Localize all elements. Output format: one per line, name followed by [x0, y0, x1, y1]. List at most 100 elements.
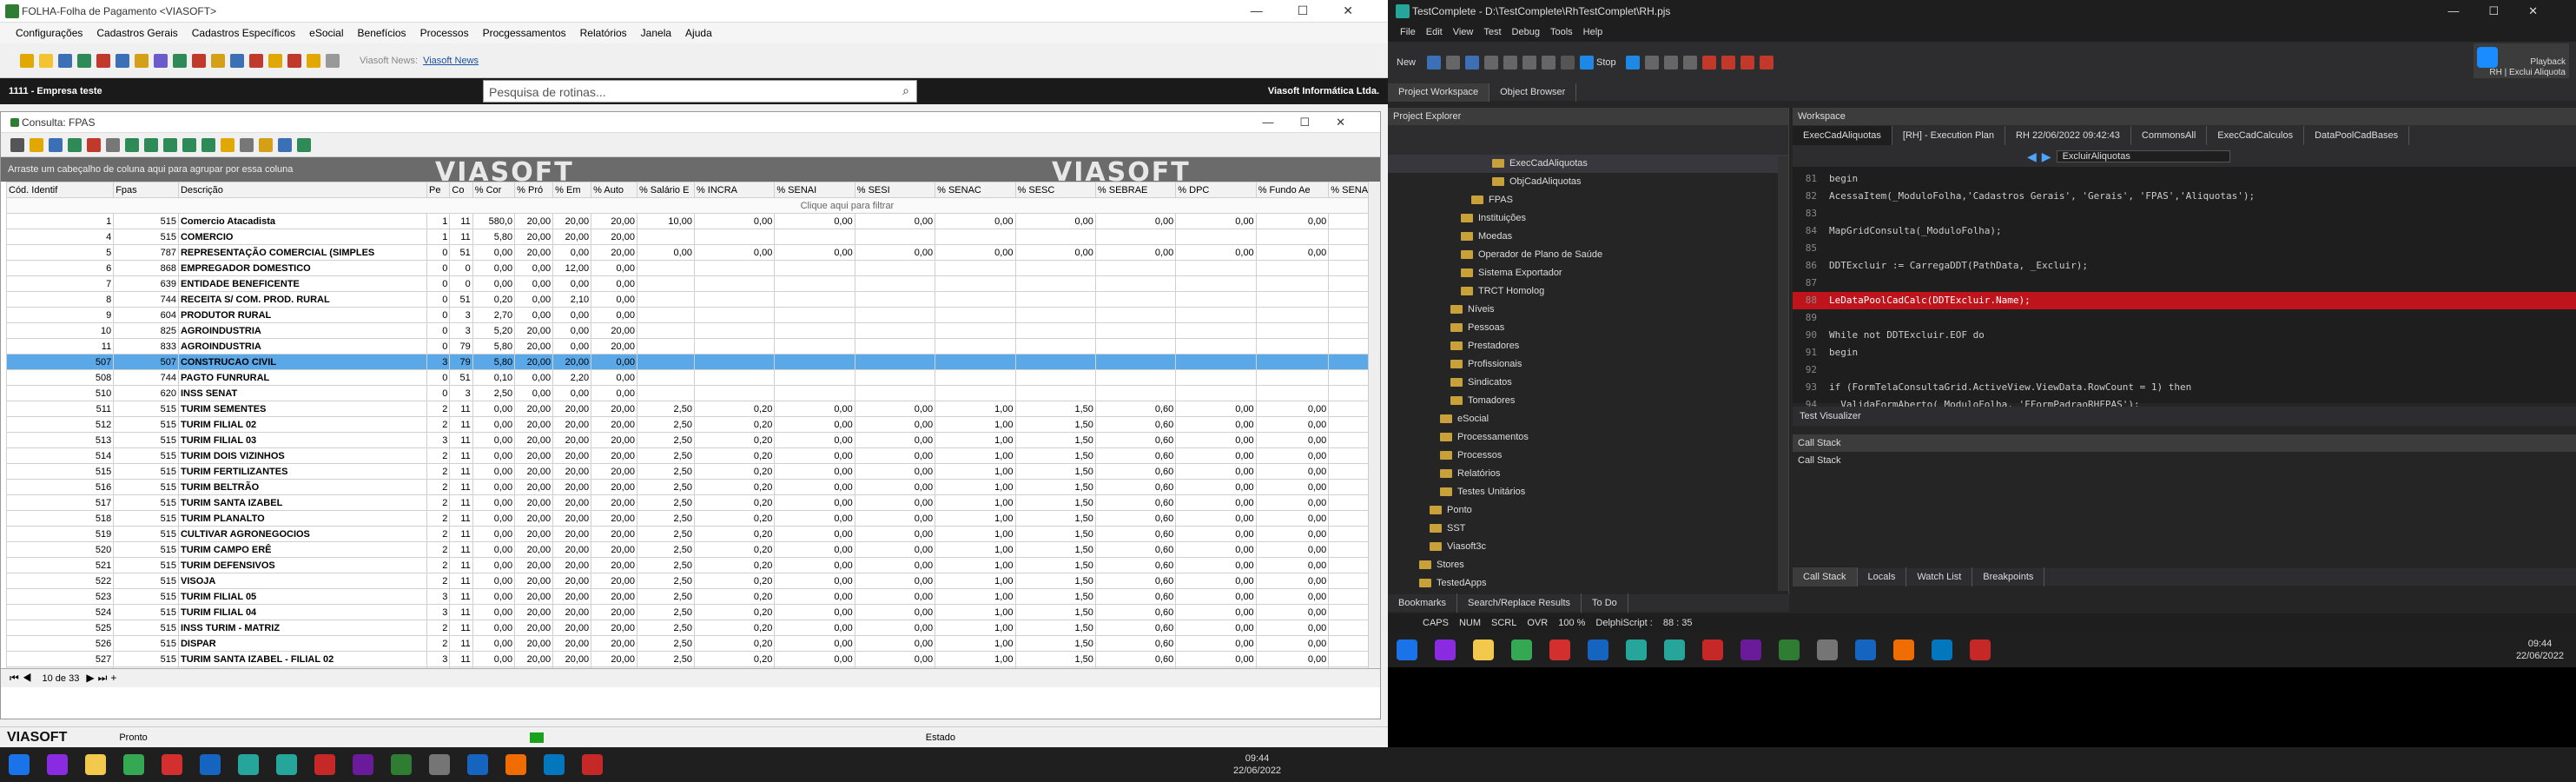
- code-line[interactable]: 85: [1793, 240, 2576, 257]
- tree-item[interactable]: Sindicatos: [1388, 374, 1788, 392]
- menu-item[interactable]: Cadastros Específicos: [192, 27, 295, 39]
- prev-icon[interactable]: [144, 137, 158, 152]
- first-icon[interactable]: [125, 137, 139, 152]
- table-row[interactable]: 4515COMERCIO1115,8020,0020,0020,001: [5, 229, 1380, 245]
- tree-item[interactable]: Testes Unitários: [1388, 483, 1788, 501]
- column-header[interactable]: % SENAI: [774, 182, 855, 198]
- toolbar-icon[interactable]: [1446, 56, 1461, 70]
- ide-menu-item[interactable]: File: [1400, 27, 1416, 37]
- code-line[interactable]: 87: [1793, 275, 2576, 292]
- table-row[interactable]: 508744PAGTO FUNRURAL0510,100,002,200,000: [5, 369, 1380, 386]
- tree-item[interactable]: Operador de Plano de Saúde: [1388, 246, 1788, 264]
- toolbar-icon[interactable]: [307, 53, 320, 68]
- table-row[interactable]: 6 868 EMPREGADOR DOMESTICO 0 0 0,00 0,00 12,00 0…: [5, 260, 1380, 276]
- code-line[interactable]: 92: [1793, 361, 2576, 379]
- folder-icon[interactable]: [85, 754, 106, 775]
- menu-item[interactable]: Janela: [641, 27, 671, 39]
- taskbar-app-icon[interactable]: [1626, 640, 1647, 660]
- taskbar-app-icon[interactable]: [1893, 640, 1914, 660]
- print-icon[interactable]: [106, 137, 120, 152]
- taskbar-app-icon[interactable]: [353, 754, 373, 775]
- table-row[interactable]: 526 515 DISPAR 2 11 0,00 20,00 20,00 20,00 2,50 0,…: [5, 635, 1380, 652]
- table-row[interactable]: 507 507 CONSTRUCAO CIVIL 3 79 5,80 20,00 20,00 0…: [5, 354, 1380, 370]
- editor-tab[interactable]: [RH] - Execution Plan: [1892, 126, 2006, 145]
- taskbar-app-icon[interactable]: [467, 754, 488, 775]
- menu-item[interactable]: Relatórios: [580, 27, 627, 39]
- toolbar-icon[interactable]: [154, 53, 168, 68]
- grid-scrollbar[interactable]: [1368, 182, 1380, 668]
- delete-icon[interactable]: [87, 137, 101, 152]
- code-line[interactable]: 88 LeDataPoolCadCalc(DDTExcluir.Name);: [1793, 292, 2576, 309]
- editor-tab[interactable]: ExecCadCalculos: [2207, 126, 2305, 145]
- toolbar-icon[interactable]: [326, 53, 340, 68]
- table-row[interactable]: 524 515 TURIM FILIAL 04 3 11 0,00 20,00 20,00 20…: [5, 604, 1380, 620]
- taskbar-app-icon[interactable]: [1588, 640, 1608, 660]
- toolbar-icon[interactable]: [297, 137, 311, 152]
- column-header[interactable]: Cód. Identif: [5, 182, 115, 198]
- tree-item[interactable]: Moedas: [1388, 228, 1788, 246]
- column-header[interactable]: Descrição: [177, 182, 427, 198]
- toolbar-icon[interactable]: [1522, 56, 1537, 70]
- tree-item[interactable]: Sistema Exportador: [1388, 264, 1788, 282]
- toolbar-icon[interactable]: [240, 137, 254, 152]
- tree-item[interactable]: Tomadores: [1388, 392, 1788, 410]
- taskbar-app-icon[interactable]: [1702, 640, 1723, 660]
- window-controls[interactable]: —☐✕: [1251, 3, 1388, 18]
- table-row[interactable]: 522 515 VISOJA 2 11 0,00 20,00 20,00 20,00 2,50 0,…: [5, 573, 1380, 589]
- tree-item[interactable]: Ponto: [1388, 501, 1788, 520]
- taskbar-app-icon[interactable]: [314, 754, 335, 775]
- bottom-tab[interactable]: Search/Replace Results: [1457, 593, 1582, 613]
- table-row[interactable]: 523 515 TURIM FILIAL 05 3 11 0,00 20,00 20,00 20…: [5, 588, 1380, 605]
- toolbar-icon[interactable]: [1503, 56, 1518, 70]
- toolbar-icon[interactable]: [211, 53, 225, 68]
- menu-item[interactable]: Cadastros Gerais: [96, 27, 177, 39]
- ide-menu-item[interactable]: Edit: [1426, 27, 1443, 37]
- forward-icon[interactable]: ▶: [2042, 149, 2051, 164]
- home-icon[interactable]: [96, 53, 110, 68]
- taskbar-clock[interactable]: 09:44 22/06/2022: [1233, 752, 1281, 777]
- tree-item[interactable]: Instituições: [1388, 209, 1788, 228]
- debug-tab[interactable]: Breakpoints: [1972, 567, 2045, 586]
- code-line[interactable]: 89: [1793, 309, 2576, 327]
- taskbar-app-icon[interactable]: [1970, 640, 1991, 660]
- table-row[interactable]: 517 515 TURIM SANTA IZABEL 2 11 0,00 20,00 20,0…: [5, 494, 1380, 511]
- toolbar-icon[interactable]: [135, 53, 149, 68]
- toolbar-icon[interactable]: [287, 53, 301, 68]
- debug-icon[interactable]: [1740, 56, 1754, 70]
- menu-item[interactable]: Ajuda: [685, 27, 712, 39]
- column-header[interactable]: % Auto: [591, 182, 637, 198]
- tree-scrollbar[interactable]: [1778, 156, 1788, 591]
- tree-item[interactable]: Processos: [1388, 447, 1788, 465]
- playback-panel[interactable]: Playback RH | Exclui Aliquota: [2474, 43, 2569, 78]
- toolbar-icon[interactable]: [230, 53, 244, 68]
- ide-menu-item[interactable]: Help: [1583, 27, 1603, 37]
- tree-item[interactable]: FPAS: [1388, 191, 1788, 209]
- column-header[interactable]: % INCRA: [693, 182, 776, 198]
- bottom-tab[interactable]: To Do: [1582, 593, 1628, 613]
- code-line[interactable]: 84 MapGridConsulta(_ModuloFolha);: [1793, 222, 2576, 240]
- new-button[interactable]: New: [1397, 57, 1416, 68]
- taskbar-app-icon[interactable]: [1664, 640, 1685, 660]
- taskbar-app-icon[interactable]: [276, 754, 297, 775]
- column-header[interactable]: % Pró: [514, 182, 554, 198]
- toolbar-icon[interactable]: [20, 53, 34, 68]
- toolbar-icon[interactable]: [10, 137, 24, 152]
- stop-button[interactable]: Stop: [1596, 57, 1616, 68]
- tree-item[interactable]: Profissionais: [1388, 355, 1788, 374]
- toolbar-icon[interactable]: [58, 53, 72, 68]
- debug-icon[interactable]: [1701, 56, 1716, 70]
- debug-tab[interactable]: Locals: [1858, 567, 1907, 586]
- taskbar-app-icon[interactable]: [1549, 640, 1570, 660]
- taskbar-app-icon[interactable]: [47, 754, 68, 775]
- new-icon[interactable]: [30, 137, 43, 152]
- toolbar-icon[interactable]: [1465, 56, 1480, 70]
- ide-menu-item[interactable]: Tools: [1550, 27, 1573, 37]
- taskbar-app-icon[interactable]: [1817, 640, 1838, 660]
- table-row[interactable]: 10825AGROINDUSTRIA035,2020,000,0020,000: [5, 322, 1380, 339]
- tree-item[interactable]: eSocial: [1388, 410, 1788, 428]
- table-row[interactable]: 7 639 ENTIDADE BENEFICENTE 0 0 0,00 0,00 0,00 0,…: [5, 275, 1380, 292]
- table-row[interactable]: 11833AGROINDUSTRIA0795,8020,000,0020,000: [5, 338, 1380, 355]
- child-window-controls[interactable]: —☐✕: [1262, 116, 1371, 129]
- column-header[interactable]: Co: [449, 182, 473, 198]
- table-row[interactable]: 9604PRODUTOR RURAL032,700,000,000,000: [5, 307, 1380, 323]
